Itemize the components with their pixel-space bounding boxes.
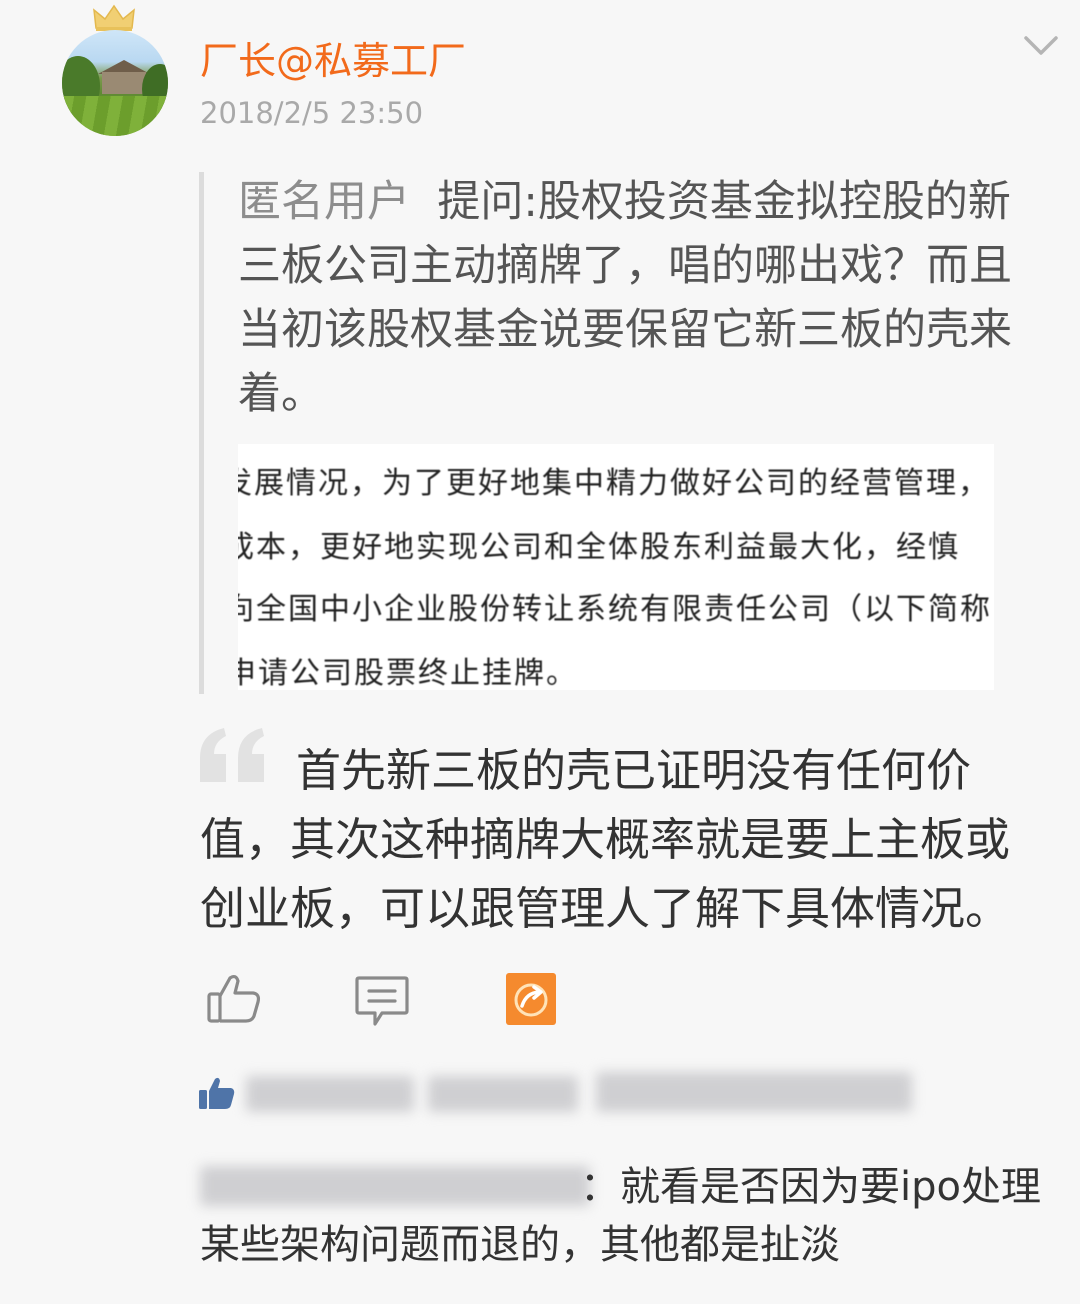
doc-line: 发展情况，为了更好地集中精力做好公司的经营管理， <box>238 466 990 501</box>
doc-line: 向全国中小企业股份转让系统有限责任公司（以下简称 <box>238 592 992 627</box>
question-label: 提问: <box>437 177 538 227</box>
thumbs-up-filled-icon <box>199 1077 235 1109</box>
question-asker[interactable]: 匿名用户 <box>238 177 410 227</box>
answer-text: 首先新三板的壳已证明没有任何价值，其次这种摘牌大概率就是要上主板或创业板，可以跟… <box>200 736 1050 943</box>
reply-body: ：就看是否因为要ipo处理某些架构问题而退的，其他都是扯淡 <box>200 1164 1041 1268</box>
liker-name-blurred[interactable] <box>596 1072 912 1112</box>
question-text: 匿名用户 提问:股权投资基金拟控股的新三板公司主动摘牌了，唱的哪出戏？而且当初该… <box>238 170 1048 426</box>
liker-name-blurred[interactable] <box>428 1076 578 1112</box>
username[interactable]: 厂长@私募工厂 <box>200 30 466 85</box>
crown-badge-icon <box>93 4 135 31</box>
chevron-down-icon[interactable] <box>1022 32 1060 60</box>
forward-icon[interactable] <box>506 973 556 1025</box>
doc-line: 申请公司股票终止挂牌。 <box>238 656 578 690</box>
comment-icon[interactable] <box>354 974 410 1028</box>
liker-name-blurred[interactable] <box>246 1076 414 1112</box>
document-screenshot-image[interactable]: 发展情况，为了更好地集中精力做好公司的经营管理， 成本，更好地实现公司和全体股东… <box>238 444 994 690</box>
thumbs-up-icon[interactable] <box>206 972 262 1024</box>
reply-text: ：就看是否因为要ipo处理某些架构问题而退的，其他都是扯淡 <box>200 1158 1050 1274</box>
post-timestamp: 2018/2/5 23:50 <box>200 96 424 130</box>
doc-line: 成本，更好地实现公司和全体股东利益最大化，经慎 <box>238 530 960 565</box>
answer-body: 首先新三板的壳已证明没有任何价值，其次这种摘牌大概率就是要上主板或创业板，可以跟… <box>200 744 1011 935</box>
avatar[interactable] <box>62 30 168 136</box>
quote-bar <box>199 172 204 694</box>
